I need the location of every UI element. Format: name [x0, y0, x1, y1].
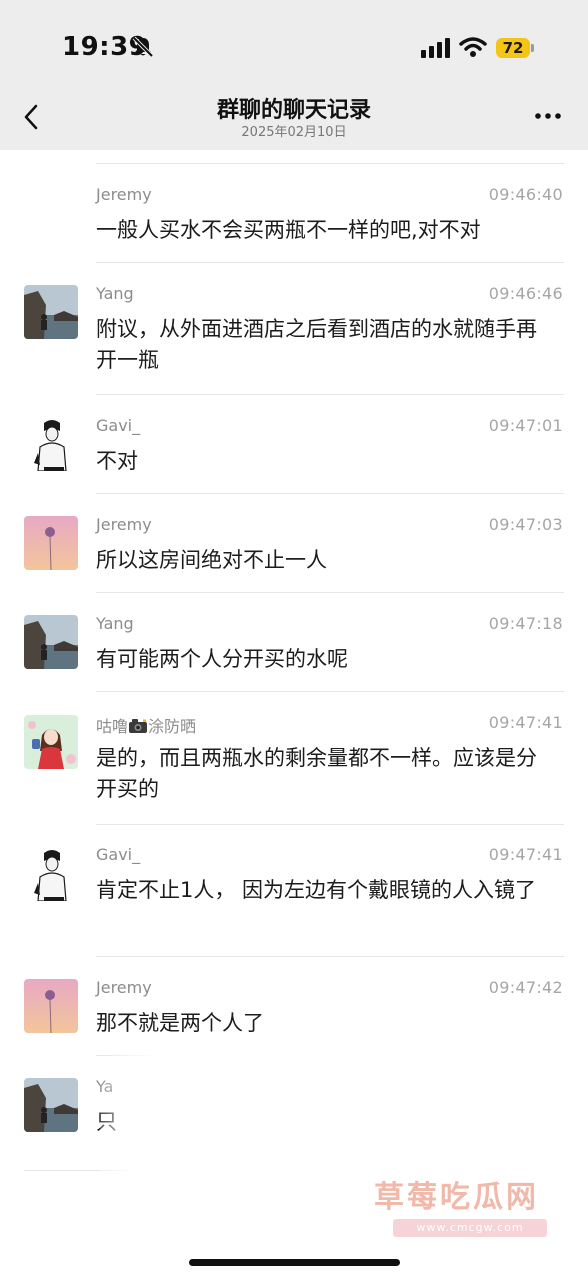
divider: [96, 163, 564, 164]
divider: [96, 592, 564, 593]
sender-name-prefix: 咕噜: [96, 717, 129, 736]
message-text: 所以这房间绝对不止一人: [96, 548, 327, 572]
battery-level: 72: [496, 38, 530, 58]
sender-name: Yang: [96, 614, 134, 633]
avatar[interactable]: [24, 285, 78, 339]
message-time: 09:47:41: [488, 845, 563, 864]
avatar[interactable]: [24, 715, 78, 769]
divider: [96, 691, 564, 692]
bell-muted-icon: [132, 36, 154, 58]
sender-name: Gavi_: [96, 416, 141, 435]
message-time: 09:47:18: [488, 614, 563, 633]
sender-name: Yang: [96, 284, 134, 303]
avatar[interactable]: [24, 516, 78, 570]
message-time: 09:46:46: [488, 284, 563, 303]
home-indicator[interactable]: [189, 1259, 400, 1266]
battery-tip: [531, 44, 534, 52]
sender-name: Gavi_: [96, 845, 141, 864]
status-bar: 19:39 72: [0, 0, 588, 90]
avatar[interactable]: [24, 417, 78, 471]
watermark-url: www.cmcgw.com: [393, 1219, 547, 1237]
divider: [96, 956, 564, 957]
message-time: 09:47:01: [488, 416, 563, 435]
message-text: 不对: [96, 449, 138, 473]
divider: [96, 394, 564, 395]
message-text: 肯定不止1人， 因为左边有个戴眼镜的人入镜了: [96, 878, 537, 902]
sender-name: Jeremy: [96, 515, 152, 534]
divider: [96, 262, 564, 263]
message-text: 那不就是两个人了: [96, 1011, 264, 1035]
message-time: 09:47:03: [488, 515, 563, 534]
avatar[interactable]: [24, 615, 78, 669]
message-text: 有可能两个人分开买的水呢: [96, 647, 348, 671]
watermark-logo: 草莓吃瓜网: [374, 1180, 539, 1215]
more-options-icon[interactable]: [534, 110, 562, 122]
camera-emoji-icon: [129, 719, 148, 733]
wifi-icon: [459, 37, 487, 57]
divider: [96, 824, 564, 825]
message-time: 09:46:40: [488, 185, 563, 204]
avatar[interactable]: [24, 847, 78, 901]
divider: [96, 493, 564, 494]
message-text: 附议，从外面进酒店之后看到酒店的水就随手再开一瓶: [96, 317, 537, 372]
sender-name-suffix: 涂防晒: [148, 717, 197, 736]
nav-bar: 群聊的聊天记录 2025年02月10日: [0, 90, 588, 150]
sender-name: Jeremy: [96, 185, 152, 204]
avatar[interactable]: [24, 979, 78, 1033]
cellular-signal-icon: [421, 38, 450, 58]
message-text: 一般人买水不会买两瓶不一样的吧,对不对: [96, 218, 481, 242]
page-subtitle-date: 2025年02月10日: [241, 125, 347, 140]
avatar[interactable]: [24, 1078, 78, 1132]
sender-name: Jeremy: [96, 978, 152, 997]
message-time: 09:47:41: [488, 713, 563, 732]
message-time: 09:47:42: [488, 978, 563, 997]
sender-name: 咕噜 涂防晒: [96, 713, 196, 737]
message-text: 是的，而且两瓶水的剩余量都不一样。应该是分开买的: [96, 746, 537, 801]
page-title: 群聊的聊天记录: [216, 98, 371, 123]
